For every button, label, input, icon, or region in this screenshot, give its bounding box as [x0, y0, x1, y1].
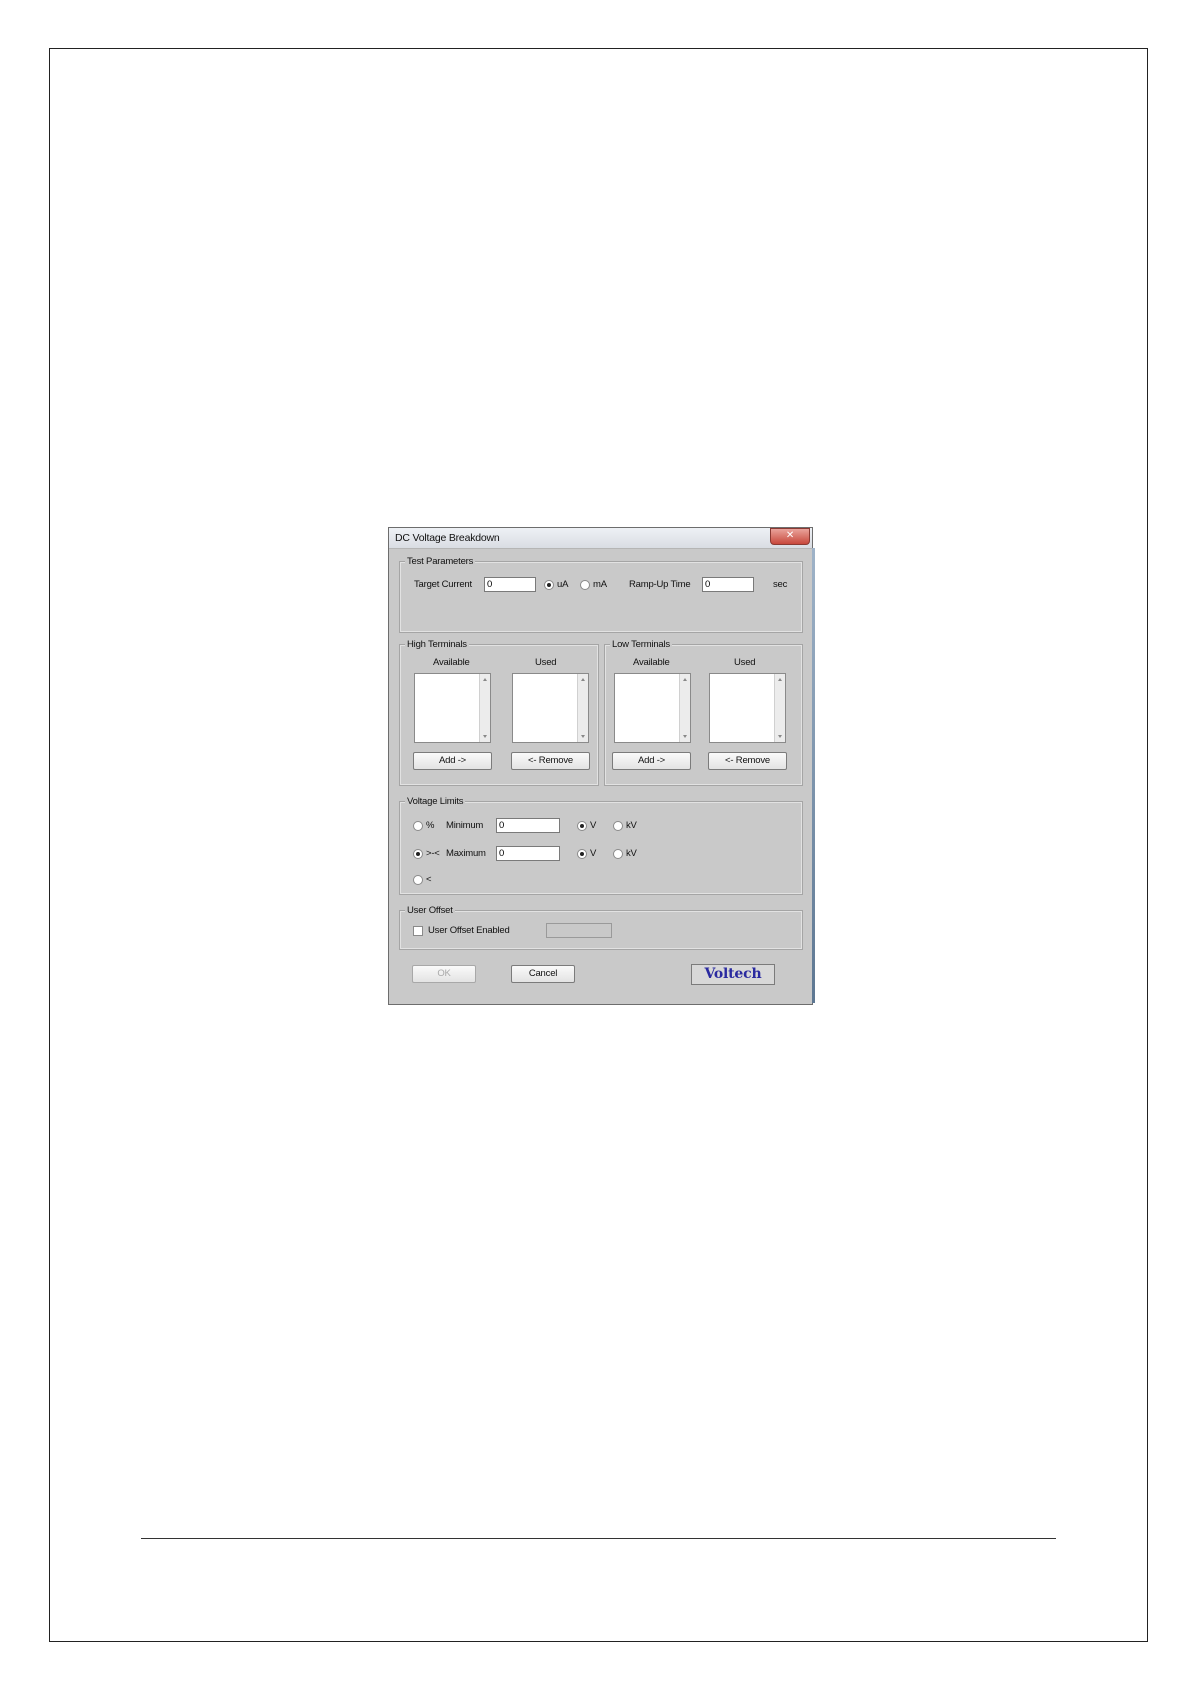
mode-less-label: <: [426, 874, 432, 885]
max-unit-v-label: V: [590, 848, 597, 859]
scroll-up-icon[interactable]: [483, 678, 487, 681]
low-terminals-group: Low Terminals Available Used Add -> <- R…: [604, 639, 803, 786]
low-add-button[interactable]: Add ->: [612, 752, 691, 770]
footer-rule: [141, 1538, 1056, 1539]
unit-ma-label: mA: [593, 579, 607, 590]
high-add-button[interactable]: Add ->: [413, 752, 492, 770]
high-used-label: Used: [535, 657, 557, 668]
scroll-up-icon[interactable]: [778, 678, 782, 681]
voltech-logo: Voltech: [691, 964, 775, 985]
mode-percent-label: %: [426, 820, 435, 831]
voltage-limits-group: Voltage Limits % Minimum 0 V kV >-< Maxi…: [399, 796, 803, 895]
test-parameters-label: Test Parameters: [405, 556, 476, 567]
mode-range-radio[interactable]: [413, 849, 423, 859]
min-unit-kv-label: kV: [626, 820, 637, 831]
dc-voltage-breakdown-dialog: DC Voltage Breakdown ✕ Test Parameters T…: [388, 527, 815, 1005]
mode-less-radio[interactable]: [413, 875, 423, 885]
scroll-down-icon[interactable]: [483, 735, 487, 738]
high-used-list[interactable]: [512, 673, 589, 743]
test-parameters-group: Test Parameters Target Current 0 uA mA R…: [399, 556, 803, 633]
low-remove-button[interactable]: <- Remove: [708, 752, 787, 770]
cancel-button[interactable]: Cancel: [511, 965, 575, 983]
low-terminals-label: Low Terminals: [610, 639, 672, 650]
user-offset-enabled-label: User Offset Enabled: [428, 925, 510, 936]
unit-ua-label: uA: [557, 579, 569, 590]
unit-ma-radio[interactable]: [580, 580, 590, 590]
max-unit-kv-radio[interactable]: [613, 849, 623, 859]
user-offset-enabled-checkbox[interactable]: [413, 926, 423, 936]
minimum-input[interactable]: 0: [496, 818, 560, 833]
close-icon: ✕: [785, 530, 795, 541]
low-used-label: Used: [734, 657, 756, 668]
high-remove-button[interactable]: <- Remove: [511, 752, 590, 770]
low-available-label: Available: [633, 657, 670, 668]
low-used-scrollbar[interactable]: [774, 674, 785, 742]
max-unit-kv-label: kV: [626, 848, 637, 859]
high-available-scrollbar[interactable]: [479, 674, 490, 742]
unit-ua-radio[interactable]: [544, 580, 554, 590]
high-used-scrollbar[interactable]: [577, 674, 588, 742]
minimum-label: Minimum: [446, 820, 484, 831]
ok-button[interactable]: OK: [412, 965, 476, 983]
user-offset-label: User Offset: [405, 905, 455, 916]
max-unit-v-radio[interactable]: [577, 849, 587, 859]
high-available-label: Available: [433, 657, 470, 668]
title-bar[interactable]: DC Voltage Breakdown ✕: [389, 528, 812, 549]
user-offset-group: User Offset User Offset Enabled: [399, 905, 803, 950]
maximum-label: Maximum: [446, 848, 486, 859]
user-offset-input[interactable]: [546, 923, 612, 938]
ramp-up-unit-label: sec: [773, 579, 788, 590]
window-edge: [812, 548, 815, 1003]
min-unit-kv-radio[interactable]: [613, 821, 623, 831]
scroll-down-icon[interactable]: [581, 735, 585, 738]
scroll-up-icon[interactable]: [581, 678, 585, 681]
high-terminals-group: High Terminals Available Used Add -> <- …: [399, 639, 599, 786]
scroll-down-icon[interactable]: [683, 735, 687, 738]
voltage-limits-label: Voltage Limits: [405, 796, 466, 807]
high-available-list[interactable]: [414, 673, 491, 743]
low-available-list[interactable]: [614, 673, 691, 743]
close-button[interactable]: ✕: [770, 528, 810, 545]
target-current-input[interactable]: 0: [484, 577, 536, 592]
maximum-input[interactable]: 0: [496, 846, 560, 861]
min-unit-v-radio[interactable]: [577, 821, 587, 831]
ramp-up-time-input[interactable]: 0: [702, 577, 754, 592]
scroll-down-icon[interactable]: [778, 735, 782, 738]
high-terminals-label: High Terminals: [405, 639, 469, 650]
scroll-up-icon[interactable]: [683, 678, 687, 681]
dialog-title: DC Voltage Breakdown: [395, 532, 500, 544]
target-current-label: Target Current: [414, 579, 472, 590]
low-used-list[interactable]: [709, 673, 786, 743]
mode-percent-radio[interactable]: [413, 821, 423, 831]
min-unit-v-label: V: [590, 820, 597, 831]
low-available-scrollbar[interactable]: [679, 674, 690, 742]
ramp-up-time-label: Ramp-Up Time: [629, 579, 691, 590]
mode-range-label: >-<: [426, 848, 440, 859]
